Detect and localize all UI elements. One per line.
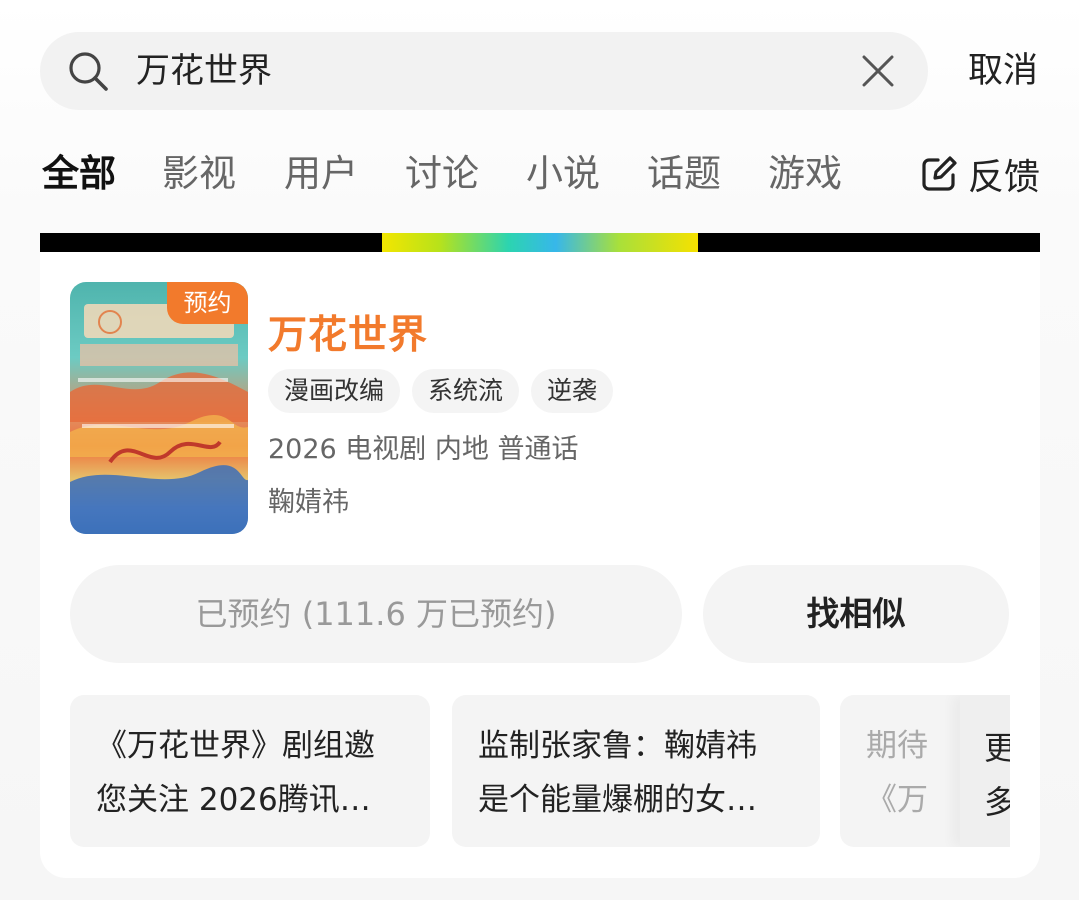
news-line: 您关注 2026腾讯… bbox=[96, 782, 371, 818]
poster-image[interactable]: 预约 bbox=[70, 282, 248, 534]
result-title[interactable]: 万花世界 bbox=[268, 304, 428, 360]
news-line: 监制张家鲁：鞠婧祎 bbox=[478, 728, 757, 764]
tab-film-tv[interactable]: 影视 bbox=[162, 146, 236, 202]
tab-discussion[interactable]: 讨论 bbox=[405, 146, 479, 202]
more-label: 多 bbox=[983, 783, 1010, 821]
tag[interactable]: 漫画改编 bbox=[268, 369, 401, 413]
cancel-button[interactable]: 取消 bbox=[968, 32, 1038, 110]
search-input[interactable]: 万花世界 bbox=[136, 32, 272, 110]
news-line: 《万 bbox=[866, 782, 928, 818]
news-line: 《万花世界》剧组邀 bbox=[96, 728, 375, 764]
news-item[interactable]: 监制张家鲁：鞠婧祎 是个能量爆棚的女… bbox=[452, 695, 820, 847]
tab-users[interactable]: 用户 bbox=[284, 146, 358, 202]
tab-all[interactable]: 全部 bbox=[42, 146, 116, 202]
banner-image bbox=[382, 233, 698, 252]
feedback-label: 反馈 bbox=[968, 157, 1041, 198]
more-button[interactable]: 更 多 bbox=[960, 695, 1010, 847]
news-item[interactable]: 《万花世界》剧组邀 您关注 2026腾讯… bbox=[70, 695, 430, 847]
news-line: 期待 bbox=[866, 728, 928, 764]
find-similar-button[interactable]: 找相似 bbox=[703, 565, 1009, 663]
reserved-button[interactable]: 已预约 (111.6 万已预约) bbox=[70, 565, 682, 663]
feedback-button[interactable]: 反馈 bbox=[920, 146, 1040, 202]
tab-novels[interactable]: 小说 bbox=[526, 146, 600, 202]
edit-icon bbox=[922, 156, 957, 191]
tab-games[interactable]: 游戏 bbox=[768, 146, 842, 202]
meta-info: 2026 电视剧 内地 普通话 bbox=[268, 434, 579, 465]
category-tabs: 全部 影视 用户 讨论 小说 话题 游戏 bbox=[0, 146, 1079, 202]
tag[interactable]: 逆袭 bbox=[531, 369, 614, 413]
more-label: 更 bbox=[983, 729, 1010, 767]
result-card[interactable]: 预约 万花世界 漫画改编 系统流 逆袭 2026 电视剧 内地 普通话 鞠婧祎 … bbox=[40, 252, 1040, 878]
tab-topics[interactable]: 话题 bbox=[647, 146, 721, 202]
actor-name[interactable]: 鞠婧祎 bbox=[268, 480, 349, 519]
reservation-badge: 预约 bbox=[167, 282, 248, 324]
search-bar[interactable]: 万花世界 bbox=[40, 32, 928, 110]
news-line: 是个能量爆棚的女… bbox=[478, 782, 757, 818]
related-news-list[interactable]: 《万花世界》剧组邀 您关注 2026腾讯… 监制张家鲁：鞠婧祎 是个能量爆棚的女… bbox=[70, 695, 1010, 847]
clear-icon[interactable] bbox=[860, 53, 896, 89]
tag-list: 漫画改编 系统流 逆袭 bbox=[268, 369, 614, 413]
tag[interactable]: 系统流 bbox=[412, 369, 520, 413]
news-item[interactable]: 期待 《万 bbox=[840, 695, 980, 847]
banner-strip bbox=[40, 233, 1040, 252]
search-icon bbox=[69, 52, 108, 91]
